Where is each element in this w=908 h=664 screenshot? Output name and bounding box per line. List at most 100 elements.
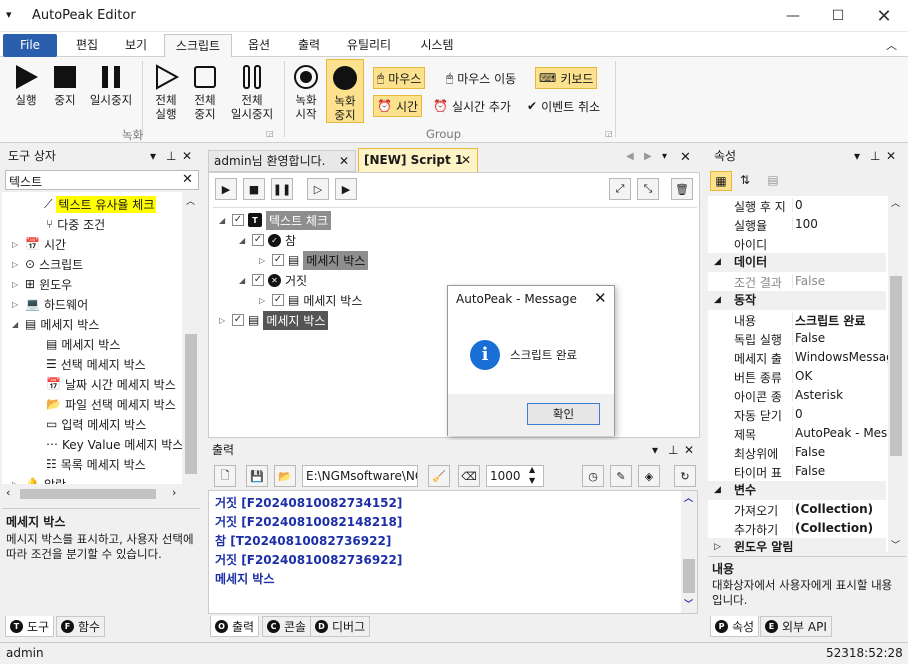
- close-icon[interactable]: ✕: [594, 289, 607, 307]
- maximize-button[interactable]: ☐: [815, 0, 861, 32]
- stop-all-button[interactable]: 전체 중지: [186, 63, 224, 121]
- refresh-button[interactable]: ↻: [674, 465, 696, 487]
- property-row[interactable]: 조건 결과 False: [708, 272, 886, 291]
- tree-item[interactable]: ☷ 목록 메세지 박스: [46, 454, 146, 474]
- tab-external-api[interactable]: E 외부 API: [760, 616, 832, 637]
- property-row[interactable]: 내용 스크립트 완료: [708, 310, 886, 329]
- record-stop-button[interactable]: 녹화 중지: [326, 59, 364, 123]
- property-row[interactable]: 실행 후 지0: [708, 196, 886, 215]
- pause-button[interactable]: 일시중지: [86, 63, 136, 107]
- property-row[interactable]: 메세지 출WindowsMessage: [708, 348, 888, 367]
- step-play-button[interactable]: ▷: [307, 178, 329, 200]
- line-count-stepper[interactable]: 1000 ▲ ▼: [486, 465, 544, 487]
- property-row[interactable]: 제목AutoPeak - Message: [708, 424, 888, 443]
- mouse-move-toggle[interactable]: 🖱 마우스 이동: [443, 67, 519, 89]
- fill-button[interactable]: ◈: [638, 465, 660, 487]
- toolbox-search-input[interactable]: 텍스트 ✕: [5, 170, 199, 190]
- script-node[interactable]: ◢ ✓ ✓ 참: [239, 230, 296, 250]
- script-node[interactable]: ▷ ✓ ▤ 메세지 박스: [259, 250, 369, 270]
- dialog-launcher-icon[interactable]: ◲: [266, 129, 274, 138]
- dialog-launcher-icon[interactable]: ◲: [605, 129, 613, 138]
- tab-edit[interactable]: 편집: [64, 34, 110, 57]
- dropdown-icon[interactable]: ▾: [662, 151, 667, 162]
- tree-item[interactable]: ▷ 💻 하드웨어: [12, 294, 88, 314]
- pin-icon[interactable]: ⊥: [166, 146, 176, 166]
- clear-search-icon[interactable]: ✕: [182, 172, 193, 187]
- run-all-button[interactable]: 전체 실행: [146, 63, 186, 121]
- tab-console[interactable]: C 콘솔: [262, 616, 312, 637]
- tree-item[interactable]: ▷ ⊙ 스크립트: [12, 254, 83, 274]
- tree-item[interactable]: ▷ ⊞ 윈도우: [12, 274, 72, 294]
- collapse-ribbon-icon[interactable]: ︿: [886, 37, 897, 53]
- output-scrollbar[interactable]: ︿ ﹀: [681, 491, 697, 613]
- cancel-event-button[interactable]: ✔ 이벤트 취소: [524, 95, 603, 117]
- tree-item[interactable]: ▷🔔알람: [12, 474, 66, 484]
- close-icon[interactable]: ✕: [182, 146, 192, 166]
- pin-icon[interactable]: ⊥: [668, 440, 678, 460]
- tab-output[interactable]: 출력: [286, 34, 332, 57]
- tree-item[interactable]: ▤ 메세지 박스: [46, 334, 120, 354]
- expand-button[interactable]: ⤢: [609, 178, 631, 200]
- mouse-toggle[interactable]: 🖱 마우스: [373, 67, 426, 89]
- add-realtime-button[interactable]: ⏰ 실시간 추가: [430, 95, 514, 117]
- tree-item[interactable]: ▭ 입력 메세지 박스: [46, 414, 146, 434]
- script-node[interactable]: ▷ ✓ ▤ 메세지 박스: [219, 310, 329, 330]
- script-node[interactable]: ▷ ✓ ▤ 메세지 박스: [259, 290, 362, 310]
- tree-item[interactable]: ⋯ Key Value 메세지 박스: [46, 434, 182, 454]
- tab-file[interactable]: File: [3, 34, 57, 57]
- dropdown-icon[interactable]: ▾: [652, 440, 658, 460]
- tab-script[interactable]: 스크립트: [164, 34, 232, 57]
- spinner-arrows-icon[interactable]: ▲ ▼: [529, 464, 535, 486]
- category-variables[interactable]: ◢ 변수: [708, 481, 886, 500]
- clock-button[interactable]: ◷: [582, 465, 604, 487]
- ok-button[interactable]: 확인: [527, 403, 600, 425]
- property-row[interactable]: 최상위에 False: [708, 443, 886, 462]
- pause-button[interactable]: ❚❚: [271, 178, 293, 200]
- script-node[interactable]: ◢ ✓ T 텍스트 체크: [219, 210, 332, 230]
- vertical-scrollbar[interactable]: ︿: [182, 192, 200, 484]
- tree-item[interactable]: ⑂ 다중 조건: [46, 214, 105, 234]
- stop-button[interactable]: 중지: [48, 63, 82, 107]
- open-folder-button[interactable]: 📂: [274, 465, 296, 487]
- tab-options[interactable]: 옵션: [236, 34, 282, 57]
- step-run-button[interactable]: ▶: [335, 178, 357, 200]
- category-action[interactable]: ◢ 동작: [708, 291, 886, 310]
- save-button[interactable]: 💾: [246, 465, 268, 487]
- close-icon[interactable]: ✕: [684, 440, 694, 460]
- close-icon[interactable]: ✕: [886, 146, 896, 166]
- pin-icon[interactable]: ⊥: [870, 146, 880, 166]
- tab-view[interactable]: 보기: [114, 34, 158, 57]
- property-row[interactable]: 버튼 종류 OK: [708, 367, 886, 386]
- category-window-notify[interactable]: ▷ 윈도우 알림: [708, 538, 886, 552]
- tree-item[interactable]: 📅 날짜 시간 메세지 박스: [46, 374, 176, 394]
- tab-tools[interactable]: T 도구: [5, 616, 55, 637]
- categorized-button[interactable]: ▦: [710, 171, 732, 191]
- tree-item[interactable]: ⟋ 텍스트 유사율 체크: [44, 194, 157, 214]
- tree-item[interactable]: ◢ ▤ 메세지 박스: [12, 314, 99, 334]
- dropdown-icon[interactable]: ▾: [854, 146, 860, 166]
- delete-button[interactable]: 🗑: [671, 178, 693, 200]
- close-icon[interactable]: ✕: [680, 150, 691, 165]
- system-menu-icon[interactable]: ▾: [6, 8, 12, 21]
- scroll-right-icon[interactable]: ▶: [644, 151, 652, 162]
- sort-alpha-button[interactable]: ⇅: [734, 171, 756, 191]
- tree-item[interactable]: 📂 파일 선택 메세지 박스: [46, 394, 176, 414]
- path-input[interactable]: E:\NGMsoftware\NG: [302, 465, 418, 487]
- stop-button[interactable]: ■: [243, 178, 265, 200]
- property-row[interactable]: 아이콘 종 Asterisk: [708, 386, 886, 405]
- scroll-left-icon[interactable]: ◀: [626, 151, 634, 162]
- tab-debug[interactable]: D 디버그: [310, 616, 371, 637]
- property-row[interactable]: 타이머 표 False: [708, 462, 886, 481]
- tab-utility[interactable]: 유틸리티: [338, 34, 400, 57]
- eraser-button[interactable]: ⌫: [458, 465, 480, 487]
- record-start-button[interactable]: 녹화 시작: [288, 63, 324, 121]
- close-button[interactable]: ✕: [861, 0, 907, 32]
- time-toggle[interactable]: ⏰ 시간: [373, 95, 423, 117]
- brush-button[interactable]: ✎: [610, 465, 632, 487]
- properties-scrollbar[interactable]: ︿ ﹀: [888, 196, 904, 552]
- pause-all-button[interactable]: 전체 일시중지: [226, 63, 278, 121]
- property-row[interactable]: 아이디: [708, 234, 886, 253]
- tab-output[interactable]: O 출력: [210, 616, 260, 637]
- close-icon[interactable]: ✕: [339, 151, 349, 171]
- run-button[interactable]: ▶: [215, 178, 237, 200]
